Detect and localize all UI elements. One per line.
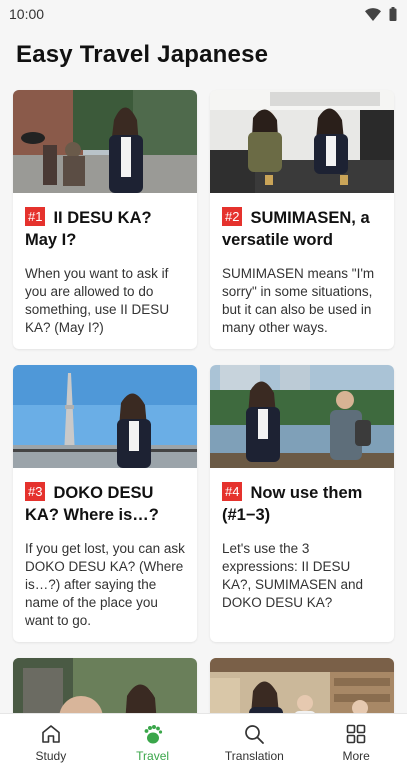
app-title: Easy Travel Japanese	[16, 41, 269, 68]
grid-icon	[346, 724, 366, 744]
lesson-title: #4 Now use them (#1−3)	[222, 482, 382, 526]
lesson-description: Let's use the 3 expressions: II DESU KA?…	[222, 541, 364, 610]
lesson-title-text: SUMIMASEN, a versatile word	[222, 209, 370, 249]
lesson-description: When you want to ask if you are allowed …	[25, 266, 170, 335]
wifi-icon	[365, 7, 381, 21]
nav-item-more[interactable]: More	[305, 714, 407, 768]
lesson-card-3[interactable]: #3 DOKO DESU KA? Where is…? If you get lo…	[13, 365, 197, 642]
lesson-image-tower	[13, 365, 197, 468]
nav-item-translation[interactable]: Translation	[204, 714, 306, 768]
lesson-title: #2 SUMIMASEN, a versatile word	[222, 207, 382, 251]
battery-icon	[389, 7, 397, 21]
lesson-title: #1 II DESU KA? May I?	[25, 207, 185, 251]
lesson-description: SUMIMASEN means "I'm sorry" in some situ…	[222, 266, 375, 335]
lesson-card-4[interactable]: #4 Now use them (#1−3) Let's use the 3 ex…	[210, 365, 394, 642]
nav-label: Travel	[136, 749, 170, 763]
lesson-number-badge: #2	[222, 207, 243, 226]
lesson-title-text: Now use them (#1−3)	[222, 484, 363, 524]
lesson-grid: #1 II DESU KA? May I? When you want to as…	[13, 90, 394, 761]
status-bar: 10:00	[0, 0, 407, 28]
nav-label: Study	[35, 749, 67, 763]
lesson-image-street	[13, 90, 197, 193]
nav-item-study[interactable]: Study	[0, 714, 102, 768]
lesson-image-park	[210, 365, 394, 468]
lesson-number-badge: #1	[25, 207, 46, 226]
status-icons	[365, 7, 397, 21]
lesson-card-1[interactable]: #1 II DESU KA? May I? When you want to as…	[13, 90, 197, 349]
lesson-number-badge: #4	[222, 482, 243, 501]
lesson-description: If you get lost, you can ask DOKO DESU K…	[25, 541, 185, 628]
bottom-nav: Study Travel Translation More	[0, 713, 407, 768]
nav-label: More	[342, 749, 370, 763]
lesson-image-cafe	[210, 90, 394, 193]
nav-item-travel[interactable]: Travel	[102, 714, 204, 768]
lesson-number-badge: #3	[25, 482, 46, 501]
nav-label: Translation	[224, 749, 284, 763]
status-time: 10:00	[9, 6, 45, 22]
lesson-card-2[interactable]: #2 SUMIMASEN, a versatile word SUMIMASEN …	[210, 90, 394, 349]
home-icon	[42, 725, 60, 743]
search-icon	[245, 725, 265, 744]
footprints-icon	[144, 725, 162, 744]
lesson-title: #3 DOKO DESU KA? Where is…?	[25, 482, 185, 526]
